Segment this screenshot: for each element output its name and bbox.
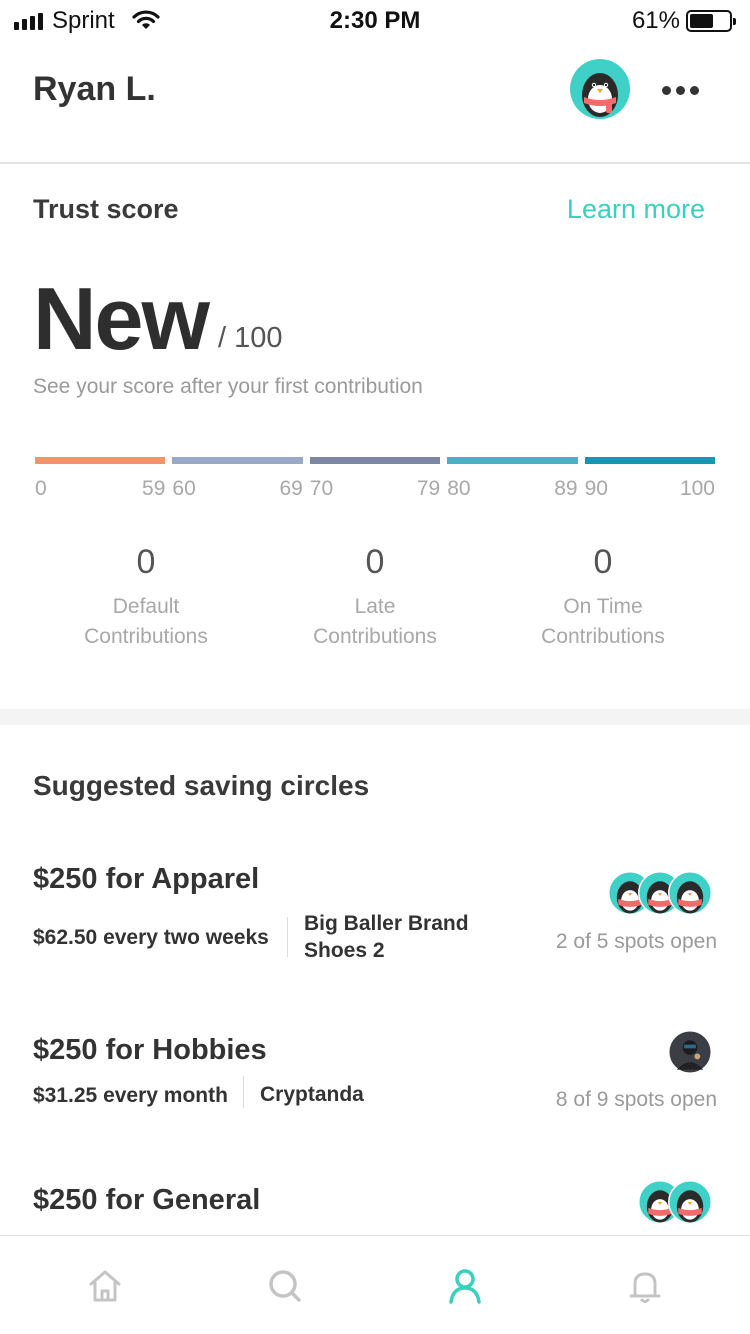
circle-spots: 2 of 5 spots open — [555, 930, 717, 953]
contribution-stat: 0 On Time Contributions — [488, 543, 718, 652]
scale-segment — [35, 457, 166, 464]
stat-value: 0 — [136, 543, 156, 581]
scale-segment — [584, 457, 715, 464]
stat-value: 0 — [593, 543, 613, 581]
section-divider — [0, 709, 750, 725]
battery-icon — [686, 10, 736, 32]
circle-frequency: $62.50 every two weeks — [33, 926, 269, 949]
scale-tick-label: 69 — [279, 477, 303, 500]
suggested-title: Suggested saving circles — [33, 770, 370, 801]
member-avatar — [668, 1030, 712, 1074]
score-value: New — [33, 269, 210, 368]
more-options-button[interactable] — [655, 70, 705, 110]
scale-segment — [447, 457, 578, 464]
scale-segment — [309, 457, 441, 464]
stat-value: 0 — [365, 543, 385, 581]
stat-label: Default Contributions — [84, 595, 208, 648]
profile-icon[interactable] — [445, 1266, 485, 1306]
battery-percent: 61% — [631, 7, 680, 34]
home-icon[interactable] — [85, 1266, 125, 1306]
learn-more-link[interactable]: Learn more — [567, 194, 705, 225]
contribution-stat: 0 Late Contributions — [260, 543, 490, 652]
score-max: / 100 — [218, 322, 283, 354]
member-avatar — [668, 1180, 712, 1224]
divider — [287, 917, 288, 957]
contribution-stat: 0 Default Contributions — [31, 543, 261, 652]
circle-members — [668, 1030, 712, 1074]
scale-tick-label: 90 — [584, 477, 608, 500]
user-name: Ryan L. — [33, 70, 156, 108]
circle-title: $250 for General — [33, 1184, 261, 1216]
scale-tick-label: 89 — [554, 477, 578, 500]
stat-label: Late Contributions — [313, 595, 437, 648]
profile-header: Ryan L. — [0, 40, 750, 164]
trust-score-title: Trust score — [33, 194, 179, 224]
scale-tick-label: 59 — [142, 477, 166, 500]
divider — [243, 1076, 244, 1108]
battery-level — [690, 14, 713, 28]
dot — [675, 85, 685, 95]
member-avatar — [668, 871, 712, 915]
status-bar: Sprint 2:30 PM 61% — [0, 0, 750, 40]
scale-tick-label: 79 — [416, 477, 441, 500]
circle-members — [638, 1180, 712, 1224]
circle-members — [608, 871, 712, 915]
circle-title: $250 for Apparel — [33, 863, 260, 895]
tab-bar — [0, 1235, 750, 1334]
dot — [689, 85, 699, 95]
scale-tick-label: 70 — [309, 477, 334, 500]
score-subtitle: See your score after your first contribu… — [33, 375, 423, 398]
circle-spots: 8 of 9 spots open — [555, 1088, 717, 1111]
search-icon[interactable] — [265, 1266, 305, 1306]
stat-label: On Time Contributions — [541, 595, 665, 648]
dot — [661, 85, 671, 95]
circle-item: Big Baller Brand Shoes 2 — [304, 912, 469, 962]
scale-tick-label: 80 — [447, 477, 471, 500]
circle-item: Cryptanda — [260, 1083, 364, 1106]
scale-tick-label: 60 — [172, 477, 196, 500]
circle-frequency: $31.25 every month — [33, 1084, 228, 1107]
scale-segment — [172, 457, 303, 464]
scale-tick-label: 100 — [679, 477, 715, 500]
bell-icon[interactable] — [625, 1266, 665, 1306]
circle-title: $250 for Hobbies — [33, 1034, 267, 1066]
user-avatar[interactable] — [570, 59, 630, 119]
scale-tick-label: 0 — [35, 477, 47, 500]
